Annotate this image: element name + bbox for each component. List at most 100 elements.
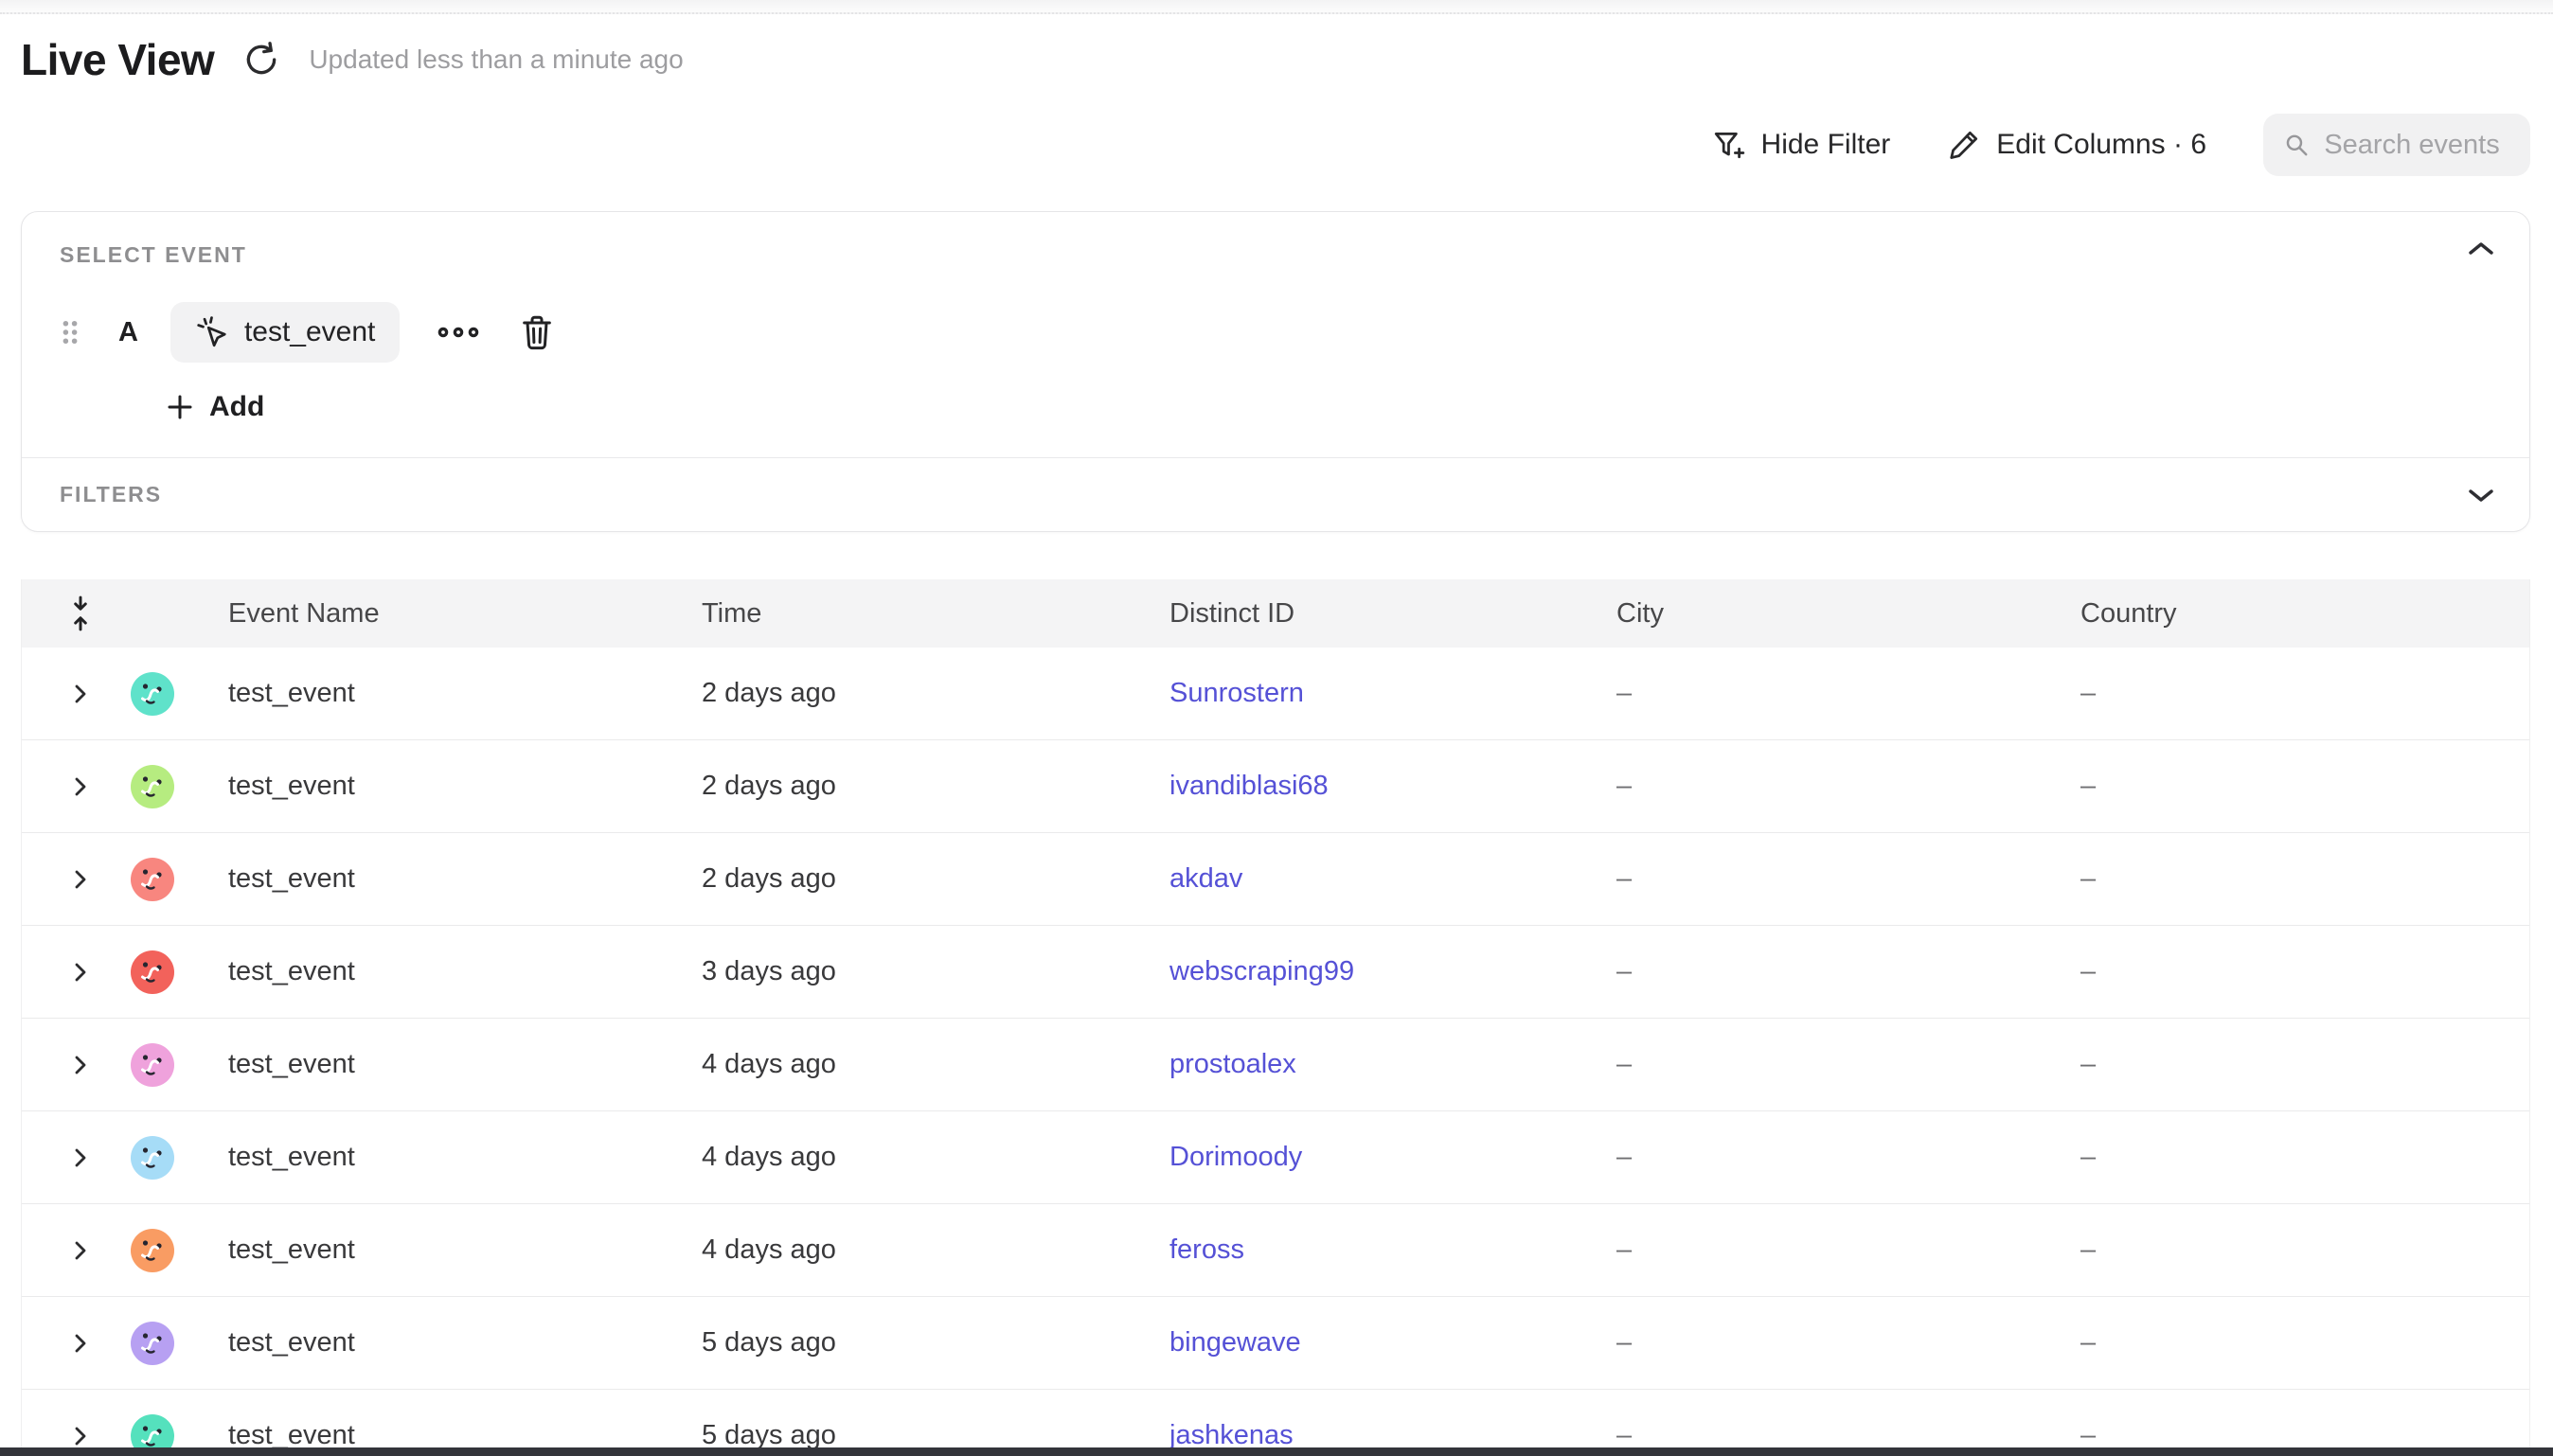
events-table: Event Name Time Distinct ID City Country… <box>21 579 2530 1447</box>
expand-filters-button[interactable] <box>2467 487 2495 504</box>
collapse-all-rows-button[interactable] <box>67 595 94 631</box>
cell-event-name: test_event <box>228 1327 702 1358</box>
event-query-row: A test_event <box>60 302 2491 363</box>
delete-event-button[interactable] <box>519 313 555 351</box>
column-header-country[interactable]: Country <box>2080 598 2529 630</box>
distinct-id-link[interactable]: ivandiblasi68 <box>1169 771 1329 801</box>
cell-time: 2 days ago <box>702 678 1169 709</box>
cell-city: – <box>1616 1142 2080 1173</box>
updated-timestamp: Updated less than a minute ago <box>309 44 683 75</box>
user-avatar <box>131 672 174 716</box>
cell-event-name: test_event <box>228 678 702 709</box>
column-header-distinct-id[interactable]: Distinct ID <box>1169 598 1616 630</box>
table-row[interactable]: test_event 4 days ago Dorimoody – – <box>22 1111 2529 1204</box>
cell-city: – <box>1616 771 2080 802</box>
distinct-id-link[interactable]: Sunrostern <box>1169 678 1304 708</box>
table-row[interactable]: test_event 5 days ago jashkenas – – <box>22 1390 2529 1447</box>
cell-time: 4 days ago <box>702 1234 1169 1266</box>
chevron-up-icon <box>2467 240 2495 257</box>
expand-row-button[interactable] <box>69 1239 92 1262</box>
column-header-city[interactable]: City <box>1616 598 2080 630</box>
collapse-section-button[interactable] <box>2467 240 2495 257</box>
table-row[interactable]: test_event 2 days ago Sunrostern – – <box>22 648 2529 740</box>
trash-icon <box>519 313 555 351</box>
cell-time: 5 days ago <box>702 1327 1169 1358</box>
expand-row-button[interactable] <box>69 868 92 891</box>
user-avatar <box>131 1229 174 1272</box>
chevron-right-icon <box>69 1146 92 1169</box>
toolbar: Hide Filter Edit Columns · 6 <box>1712 114 2530 176</box>
search-box <box>2263 114 2530 176</box>
expand-row-button[interactable] <box>69 775 92 798</box>
cell-time: 4 days ago <box>702 1142 1169 1173</box>
cell-time: 3 days ago <box>702 956 1169 987</box>
event-selector-chip[interactable]: test_event <box>170 302 400 363</box>
cell-country: – <box>2080 1049 2529 1080</box>
distinct-id-link[interactable]: feross <box>1169 1234 1244 1265</box>
edit-columns-button[interactable]: Edit Columns · 6 <box>1947 128 2206 162</box>
cell-country: – <box>2080 1327 2529 1358</box>
distinct-id-link[interactable]: webscraping99 <box>1169 956 1354 986</box>
user-avatar <box>131 1136 174 1180</box>
column-header-time[interactable]: Time <box>702 598 1169 630</box>
user-avatar <box>131 858 174 901</box>
drag-handle[interactable] <box>60 318 80 346</box>
table-header-row: Event Name Time Distinct ID City Country <box>22 579 2529 648</box>
table-row[interactable]: test_event 4 days ago prostoalex – – <box>22 1019 2529 1111</box>
hide-filter-button[interactable]: Hide Filter <box>1712 128 1891 162</box>
chevron-down-icon <box>2467 487 2495 504</box>
expand-row-button[interactable] <box>69 1146 92 1169</box>
cell-country: – <box>2080 863 2529 895</box>
page-top-edge <box>0 0 2553 14</box>
chevron-right-icon <box>69 961 92 984</box>
search-input[interactable] <box>2324 130 2509 161</box>
cell-country: – <box>2080 1420 2529 1447</box>
cell-event-name: test_event <box>228 1049 702 1080</box>
expand-row-button[interactable] <box>69 1054 92 1076</box>
expand-row-button[interactable] <box>69 1332 92 1355</box>
collapse-vertical-icon <box>67 595 94 631</box>
add-row: Add <box>60 391 2491 423</box>
event-options-button[interactable] <box>437 325 479 340</box>
column-header-event-name[interactable]: Event Name <box>228 598 702 630</box>
cursor-click-icon <box>195 315 229 349</box>
table-row[interactable]: test_event 3 days ago webscraping99 – – <box>22 926 2529 1019</box>
table-row[interactable]: test_event 5 days ago bingewave – – <box>22 1297 2529 1390</box>
distinct-id-link[interactable]: jashkenas <box>1169 1420 1294 1447</box>
cell-city: – <box>1616 863 2080 895</box>
drag-dots-icon <box>60 318 80 346</box>
cell-event-name: test_event <box>228 863 702 895</box>
expand-row-button[interactable] <box>69 961 92 984</box>
cell-city: – <box>1616 956 2080 987</box>
table-row[interactable]: test_event 4 days ago feross – – <box>22 1204 2529 1297</box>
chevron-right-icon <box>69 683 92 705</box>
page-title: Live View <box>21 34 214 85</box>
expand-row-button[interactable] <box>69 1425 92 1447</box>
cell-city: – <box>1616 678 2080 709</box>
chevron-right-icon <box>69 1239 92 1262</box>
expand-row-button[interactable] <box>69 683 92 705</box>
distinct-id-link[interactable]: akdav <box>1169 863 1242 894</box>
refresh-button[interactable] <box>241 39 282 80</box>
user-avatar <box>131 950 174 994</box>
cell-city: – <box>1616 1420 2080 1447</box>
bottom-dark-strip <box>0 1447 2553 1456</box>
cell-event-name: test_event <box>228 771 702 802</box>
distinct-id-link[interactable]: prostoalex <box>1169 1049 1296 1079</box>
cell-event-name: test_event <box>228 1234 702 1266</box>
select-event-section: SELECT EVENT A <box>22 212 2529 457</box>
cell-time: 5 days ago <box>702 1420 1169 1447</box>
query-panel: SELECT EVENT A <box>21 211 2530 532</box>
table-row[interactable]: test_event 2 days ago akdav – – <box>22 833 2529 926</box>
distinct-id-link[interactable]: Dorimoody <box>1169 1142 1302 1172</box>
table-row[interactable]: test_event 2 days ago ivandiblasi68 – – <box>22 740 2529 833</box>
chevron-right-icon <box>69 1425 92 1447</box>
chevron-right-icon <box>69 1332 92 1355</box>
cell-country: – <box>2080 1234 2529 1266</box>
chevron-right-icon <box>69 1054 92 1076</box>
cell-time: 2 days ago <box>702 863 1169 895</box>
add-event-button[interactable]: Add <box>166 391 264 423</box>
chevron-right-icon <box>69 868 92 891</box>
cell-time: 2 days ago <box>702 771 1169 802</box>
distinct-id-link[interactable]: bingewave <box>1169 1327 1301 1358</box>
